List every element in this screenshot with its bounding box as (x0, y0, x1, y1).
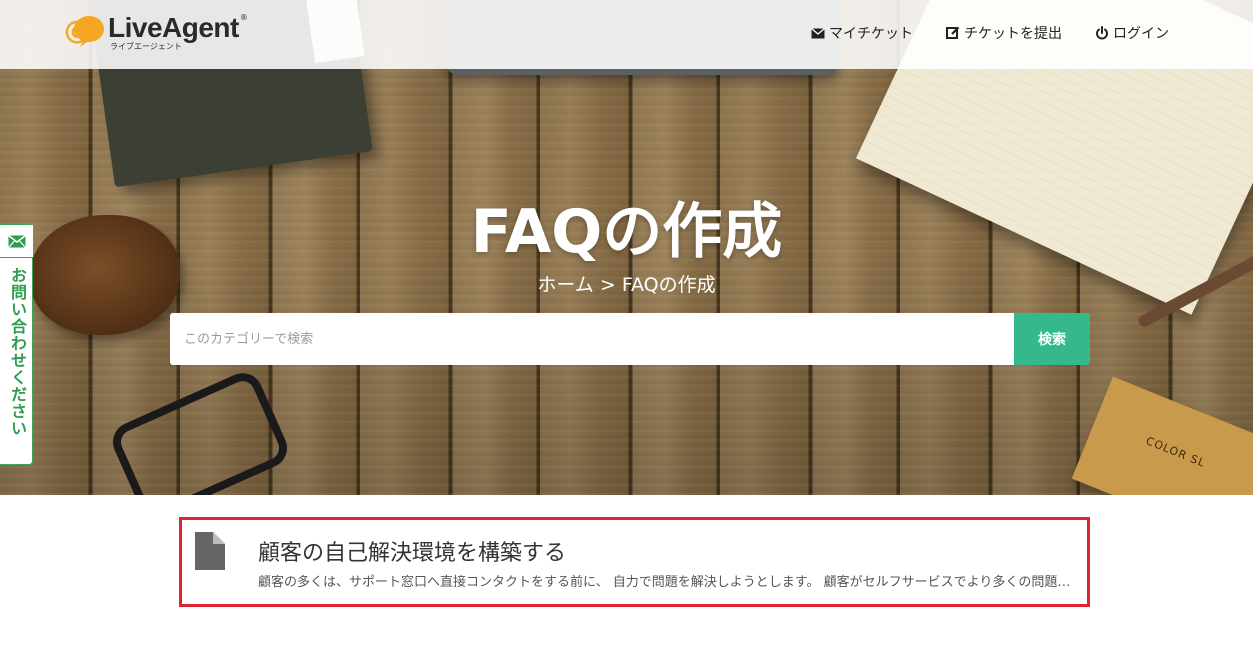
article-item[interactable]: 顧客の自己解決環境を構築する 顧客の多くは、サポート窓口へ直接コンタクトをする前… (179, 517, 1090, 607)
category-search: 検索 (170, 313, 1090, 365)
color-box-label: COLOR SL (1144, 434, 1208, 470)
breadcrumb-current: FAQの作成 (621, 274, 716, 296)
nav-submit-ticket-label: チケットを提出 (964, 26, 1062, 42)
breadcrumb: ホーム > FAQの作成 (0, 270, 1253, 297)
envelope-icon (811, 27, 825, 38)
liveagent-logo[interactable]: @ LiveAgent® ライブエージェント (62, 14, 248, 51)
document-icon (193, 530, 227, 576)
contact-envelope-icon (0, 225, 33, 258)
breadcrumb-home[interactable]: ホーム (537, 274, 593, 296)
search-input[interactable] (170, 313, 1014, 365)
logo-text: LiveAgent (108, 12, 239, 43)
nav-submit-ticket[interactable]: チケットを提出 (946, 23, 1062, 43)
nav-login[interactable]: ログイン (1095, 23, 1169, 43)
logo-subtitle: ライブエージェント (110, 42, 182, 51)
article-excerpt: 顧客の多くは、サポート窓口へ直接コンタクトをする前に、 自力で問題を解決しようと… (258, 575, 1083, 590)
edit-icon (946, 26, 960, 39)
svg-text:@: @ (64, 16, 90, 46)
article-title[interactable]: 顧客の自己解決環境を構築する (258, 535, 566, 567)
logo-registered-mark: ® (239, 13, 248, 22)
page-title: FAQの作成 (470, 197, 783, 267)
nav-login-label: ログイン (1113, 26, 1169, 42)
contact-us-tab[interactable]: お問い合わせください (0, 224, 33, 465)
header-nav: マイチケット チケットを提出 ログイン (778, 23, 1169, 43)
search-button[interactable]: 検索 (1014, 313, 1090, 365)
site-header: @ LiveAgent® ライブエージェント マイチケット チケットを提出 ログ… (0, 0, 1253, 69)
nav-my-tickets-label: マイチケット (829, 26, 913, 42)
contact-tab-label: お問い合わせください (8, 267, 27, 437)
power-icon (1096, 26, 1108, 40)
breadcrumb-separator: > (599, 274, 616, 296)
nav-my-tickets[interactable]: マイチケット (811, 23, 913, 43)
logo-at-icon: @ (62, 14, 104, 47)
